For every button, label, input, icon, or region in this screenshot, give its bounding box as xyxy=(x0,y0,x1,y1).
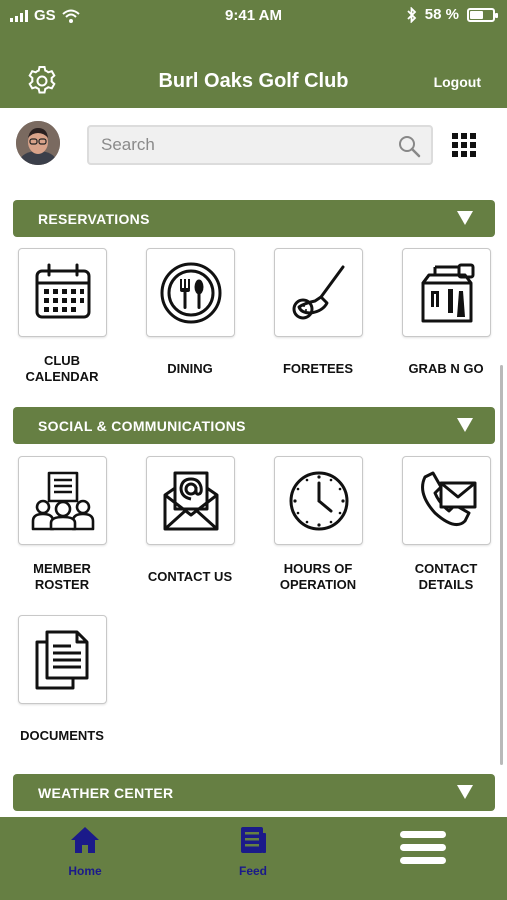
section-weather-center[interactable]: WEATHER CENTER xyxy=(13,774,495,811)
chevron-down-icon[interactable] xyxy=(457,785,473,799)
scrollbar[interactable] xyxy=(500,365,503,765)
calendar-icon xyxy=(35,263,91,319)
bottom-tab-bar: Home Feed xyxy=(0,817,507,900)
takeout-bag-icon xyxy=(421,263,475,323)
section-social-communications[interactable]: SOCIAL & COMMUNICATIONS xyxy=(13,407,495,444)
member-roster-icon xyxy=(31,471,95,531)
tile-label: DINING xyxy=(167,361,213,376)
tile-icon-box[interactable] xyxy=(402,456,491,545)
battery-percent: 58 % xyxy=(424,6,459,23)
tile-label: CLUB CALENDAR xyxy=(25,353,99,384)
tile-icon-box[interactable] xyxy=(18,248,107,337)
tile-icon-box[interactable] xyxy=(402,248,491,337)
email-envelope-icon xyxy=(163,471,219,531)
page-title: Burl Oaks Golf Club xyxy=(158,70,349,92)
bluetooth-icon xyxy=(407,6,417,23)
section-social-label: SOCIAL & COMMUNICATIONS xyxy=(38,418,246,434)
tile-icon-box[interactable] xyxy=(18,456,107,545)
status-bar: GS 9:41 AM 58 % xyxy=(0,0,507,30)
tab-home-label: Home xyxy=(68,864,102,878)
tile-label: DOCUMENTS xyxy=(20,728,104,743)
section-reservations[interactable]: RESERVATIONS xyxy=(13,200,495,237)
tile-icon-box[interactable] xyxy=(274,456,363,545)
app-header: GS 9:41 AM 58 % Burl Oaks Golf Club Logo… xyxy=(0,0,507,108)
golf-club-icon xyxy=(292,265,345,320)
tab-feed-label: Feed xyxy=(238,864,267,878)
apps-grid-icon[interactable] xyxy=(452,133,476,157)
tile-icon-box[interactable] xyxy=(146,248,235,337)
tile-label: MEMBER ROSTER xyxy=(33,561,91,592)
feed-icon xyxy=(241,827,266,853)
search-box[interactable] xyxy=(87,125,433,165)
phone-mail-icon xyxy=(421,471,477,527)
logout-button[interactable]: Logout xyxy=(434,74,481,90)
tile-label: HOURS OF OPERATION xyxy=(279,561,357,592)
clock-icon xyxy=(289,471,349,531)
section-weather-label: WEATHER CENTER xyxy=(38,785,174,801)
tile-icon-box[interactable] xyxy=(18,615,107,704)
tab-feed[interactable]: Feed xyxy=(208,825,298,878)
tile-label: CONTACT DETAILS xyxy=(414,561,478,592)
chevron-down-icon[interactable] xyxy=(457,418,473,432)
avatar[interactable] xyxy=(16,121,60,165)
home-icon xyxy=(71,827,99,853)
tile-icon-box[interactable] xyxy=(274,248,363,337)
documents-icon xyxy=(35,630,89,690)
hamburger-menu-icon[interactable] xyxy=(400,831,446,867)
tile-label: CONTACT US xyxy=(147,569,233,584)
search-icon[interactable] xyxy=(397,134,421,158)
search-input[interactable] xyxy=(89,127,389,163)
chevron-down-icon[interactable] xyxy=(457,211,473,225)
tab-home[interactable]: Home xyxy=(40,825,130,878)
section-reservations-label: RESERVATIONS xyxy=(38,211,150,227)
tile-label: FORETEES xyxy=(282,361,354,376)
battery-icon xyxy=(467,7,498,22)
tile-icon-box[interactable] xyxy=(146,456,235,545)
dining-icon xyxy=(160,262,222,324)
tile-label: GRAB N GO xyxy=(408,361,484,376)
